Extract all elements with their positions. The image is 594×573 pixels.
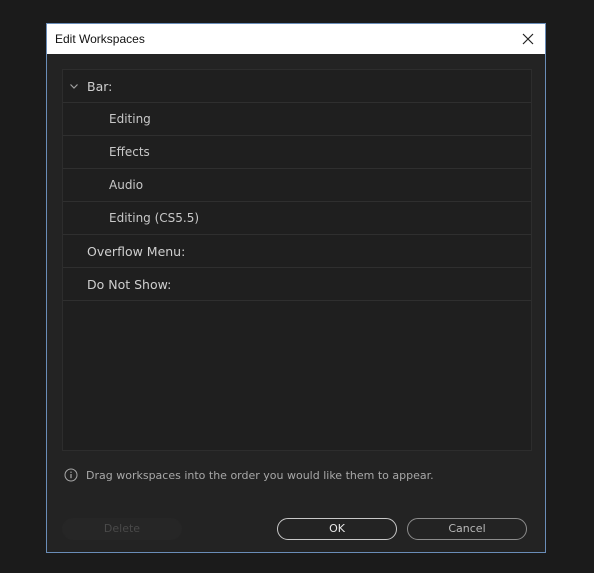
cancel-button[interactable]: Cancel: [407, 518, 527, 540]
group-label-bar: Bar:: [87, 79, 113, 94]
workspace-item-label: Audio: [109, 178, 144, 192]
delete-button[interactable]: Delete: [62, 518, 182, 540]
group-do-not-show[interactable]: Do Not Show:: [63, 268, 531, 301]
workspace-item-editing[interactable]: Editing: [63, 103, 531, 136]
chevron-down-icon[interactable]: [69, 81, 79, 91]
title-bar: Edit Workspaces: [47, 24, 545, 54]
workspace-item-audio[interactable]: Audio: [63, 169, 531, 202]
workspace-list: Bar: Editing Effects Audio Editing (CS5.…: [62, 69, 532, 451]
close-icon: [522, 33, 534, 45]
workspace-item-effects[interactable]: Effects: [63, 136, 531, 169]
group-label-overflow-menu: Overflow Menu:: [87, 244, 186, 259]
workspace-item-label: Editing: [109, 112, 151, 126]
workspace-item-editing-cs55[interactable]: Editing (CS5.5): [63, 202, 531, 235]
ok-button[interactable]: OK: [277, 518, 397, 540]
edit-workspaces-dialog: Edit Workspaces Bar: Editing Effects Aud…: [46, 23, 546, 553]
workspace-item-label: Editing (CS5.5): [109, 211, 200, 225]
group-bar[interactable]: Bar:: [63, 70, 531, 103]
dialog-title: Edit Workspaces: [55, 32, 145, 46]
workspace-item-label: Effects: [109, 145, 150, 159]
info-icon: [64, 468, 78, 482]
group-label-do-not-show: Do Not Show:: [87, 277, 172, 292]
hint: Drag workspaces into the order you would…: [64, 467, 434, 483]
close-button[interactable]: [517, 28, 539, 50]
hint-text: Drag workspaces into the order you would…: [86, 468, 434, 482]
group-overflow-menu[interactable]: Overflow Menu:: [63, 235, 531, 268]
